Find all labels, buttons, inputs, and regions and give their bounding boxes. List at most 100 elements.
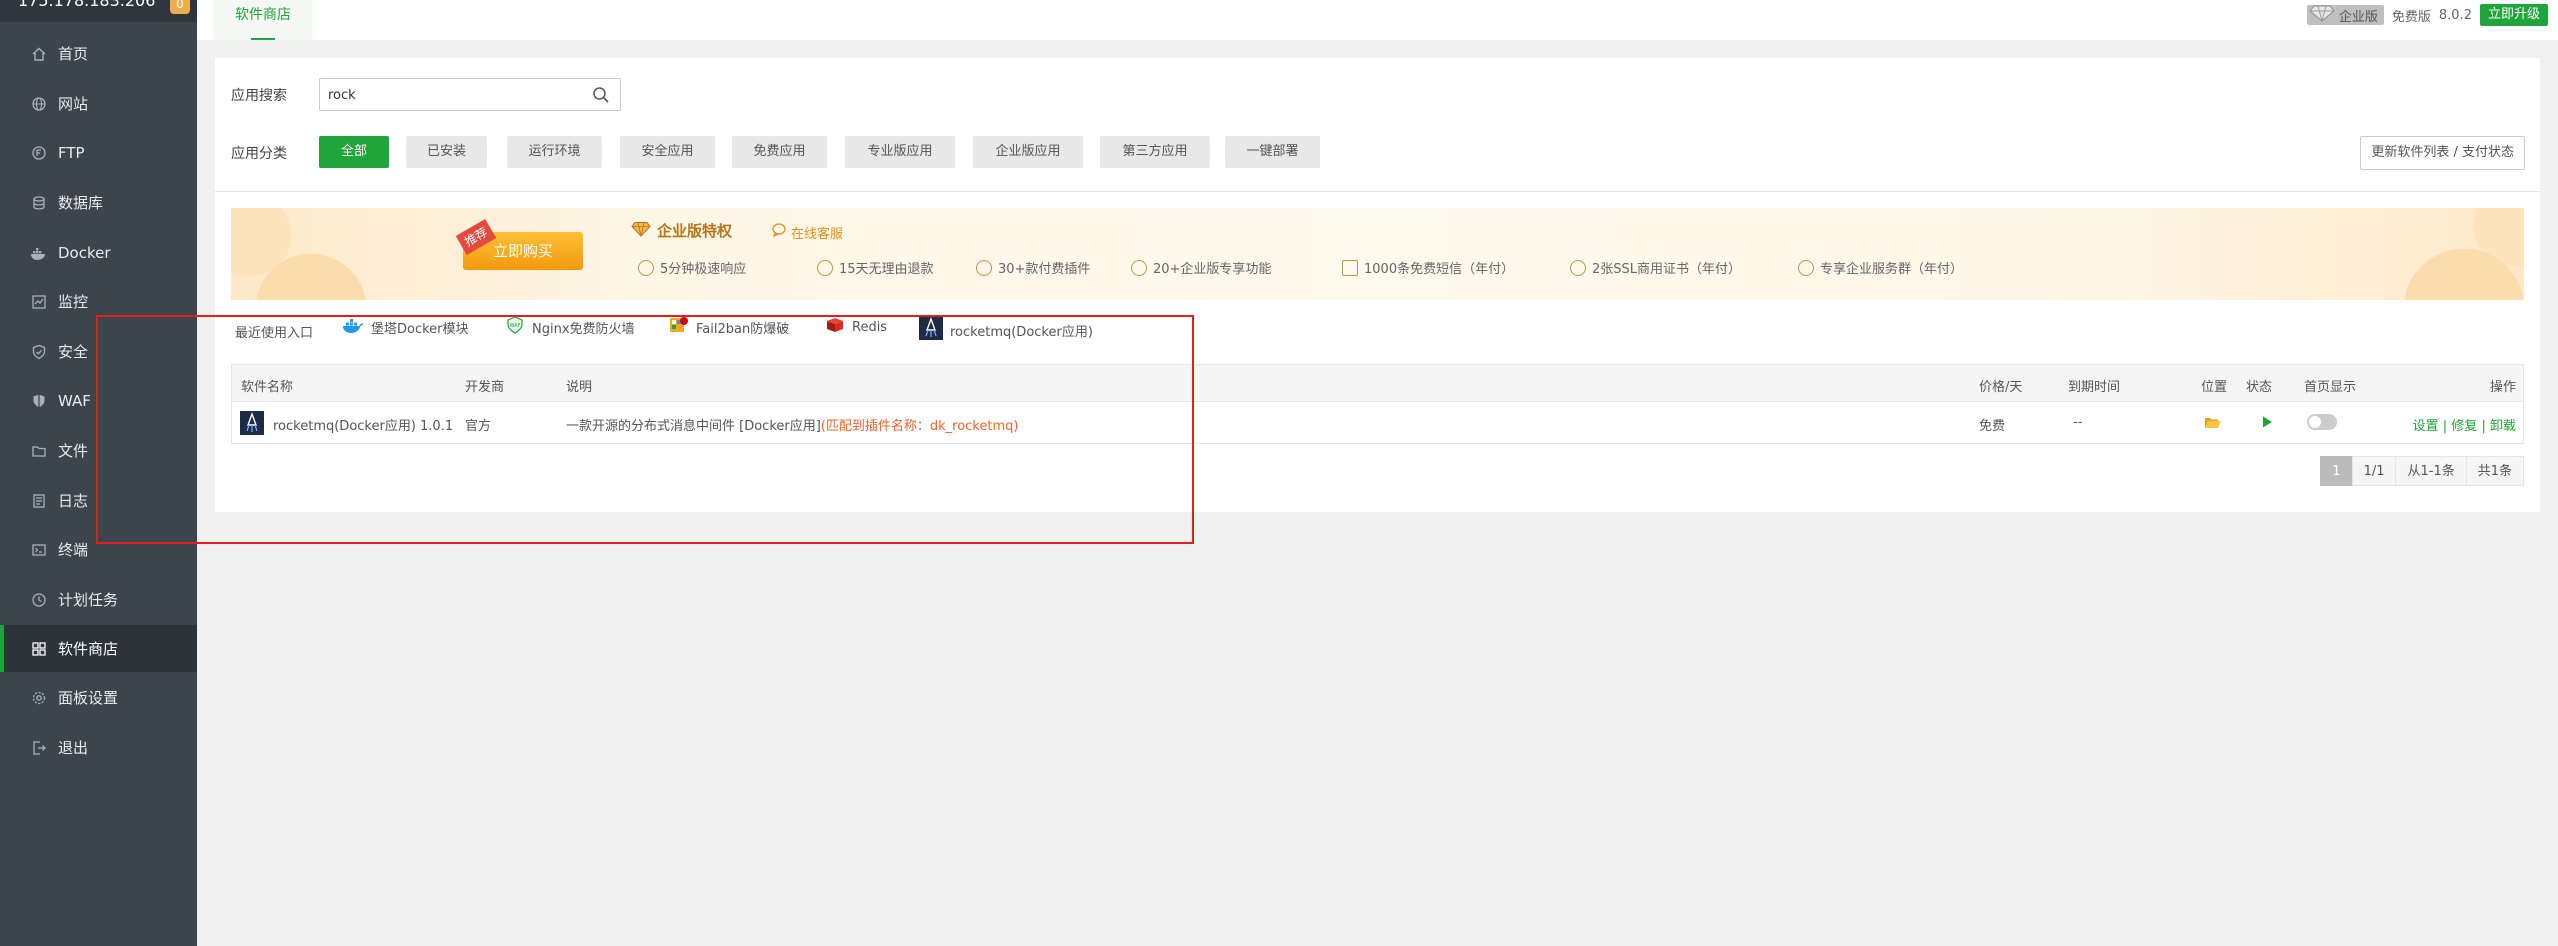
uninstall-link[interactable]: 卸载 <box>2490 419 2516 434</box>
rocketmq-icon <box>919 316 943 344</box>
recent-item-fail2ban[interactable]: Fail2ban防爆破 <box>669 316 789 338</box>
home-display-toggle[interactable] <box>2307 414 2337 430</box>
play-icon[interactable] <box>2261 415 2273 433</box>
server-ip-bar: 175.178.183.206 0 <box>0 0 197 22</box>
category-enterprise[interactable]: 企业版应用 <box>973 136 1083 168</box>
refresh-software-list-button[interactable]: 更新软件列表 / 支付状态 <box>2360 136 2525 170</box>
sidebar-item-label: 计划任务 <box>58 591 119 609</box>
feature-item: 5分钟极速响应 <box>638 258 746 277</box>
banner-decoration-left <box>231 208 431 300</box>
enterprise-banner: 立即购买 推荐 企业版特权 在线客服 5分钟极速响应 15天无理由退款 30+款… <box>231 208 2524 300</box>
diamond-icon <box>631 221 651 241</box>
separator: | <box>2481 419 2486 434</box>
grid-icon <box>30 640 48 658</box>
upgrade-button[interactable]: 立即升级 <box>2479 4 2548 26</box>
sidebar-item-terminal[interactable]: 终端 <box>0 526 197 573</box>
monitor-icon <box>30 293 48 311</box>
plugin-icon <box>976 259 992 276</box>
category-all[interactable]: 全部 <box>319 136 389 168</box>
docker-icon <box>30 244 48 262</box>
enterprise-chip[interactable]: 企业版 <box>2306 5 2384 25</box>
divider <box>215 191 2540 192</box>
waf-shield-icon <box>30 392 48 410</box>
svg-text:WAF: WAF <box>510 323 521 329</box>
redis-icon <box>825 316 845 338</box>
sidebar-item-app-store[interactable]: 软件商店 <box>0 625 197 672</box>
sidebar-item-label: WAF <box>58 391 91 410</box>
fail2ban-icon <box>669 316 689 338</box>
recent-item-redis[interactable]: Redis <box>825 316 887 338</box>
sidebar-item-docker[interactable]: Docker <box>0 229 197 276</box>
sidebar-item-logs[interactable]: 日志 <box>0 477 197 524</box>
software-developer: 官方 <box>465 419 492 434</box>
category-free[interactable]: 免费应用 <box>732 136 827 168</box>
sidebar-item-label: 日志 <box>58 492 89 510</box>
feature-label: 20+企业版专享功能 <box>1153 262 1272 277</box>
sidebar-item-monitor[interactable]: 监控 <box>0 278 197 325</box>
sidebar-item-website[interactable]: 网站 <box>0 80 197 127</box>
table-header: 软件名称 开发商 说明 价格/天 到期时间 位置 状态 首页显示 操作 <box>231 364 2524 402</box>
sidebar-item-cron[interactable]: 计划任务 <box>0 576 197 623</box>
feature-item: 专享企业服务群（年付） <box>1798 258 1963 277</box>
sidebar-item-security[interactable]: 安全 <box>0 328 197 375</box>
sidebar-item-label: 退出 <box>58 739 89 757</box>
search-label: 应用搜索 <box>231 88 287 104</box>
page-number-current[interactable]: 1 <box>2320 456 2353 486</box>
category-third-party[interactable]: 第三方应用 <box>1100 136 1210 168</box>
docker-whale-icon <box>342 316 364 338</box>
software-name[interactable]: rocketmq(Docker应用) 1.0.1 <box>273 415 453 434</box>
sidebar-item-files[interactable]: 文件 <box>0 427 197 474</box>
settings-link[interactable]: 设置 <box>2413 419 2439 434</box>
column-header-home-display: 首页显示 <box>2304 380 2357 395</box>
repair-link[interactable]: 修复 <box>2451 419 2477 434</box>
recent-item-docker[interactable]: 堡塔Docker模块 <box>342 316 469 338</box>
category-security[interactable]: 安全应用 <box>620 136 715 168</box>
recent-item-rocketmq[interactable]: rocketmq(Docker应用) <box>919 316 1093 344</box>
total-count: 共1条 <box>2465 456 2524 486</box>
feature-label: 5分钟极速响应 <box>660 262 747 277</box>
search-input[interactable] <box>328 85 578 105</box>
column-header-price: 价格/天 <box>1979 380 2023 395</box>
tab-app-store[interactable]: 软件商店 <box>213 0 313 40</box>
column-header-operations: 操作 <box>2489 380 2516 395</box>
software-expire: -- <box>2073 415 2083 430</box>
table-row: rocketmq(Docker应用) 1.0.1 官方 一款开源的分布式消息中间… <box>231 402 2524 444</box>
sidebar-item-home[interactable]: 首页 <box>0 30 197 77</box>
log-icon <box>30 492 48 510</box>
ftp-icon <box>30 144 48 162</box>
category-one-click-deploy[interactable]: 一键部署 <box>1225 136 1320 168</box>
sidebar-item-panel-settings[interactable]: 面板设置 <box>0 674 197 721</box>
clock-icon <box>638 259 654 276</box>
free-edition-label: 免费版 <box>2391 9 2431 25</box>
feature-item: 2张SSL商用证书（年付） <box>1570 258 1741 277</box>
category-pro[interactable]: 专业版应用 <box>845 136 955 168</box>
folder-icon <box>30 442 48 460</box>
recent-item-nginx-firewall[interactable]: WAF Nginx免费防火墙 <box>505 316 635 338</box>
diamond-icon <box>1131 259 1147 276</box>
column-header-expire: 到期时间 <box>2068 380 2121 395</box>
heart-icon <box>1798 259 1814 276</box>
search-box[interactable] <box>319 78 621 111</box>
column-header-status: 状态 <box>2246 380 2273 395</box>
column-header-developer: 开发商 <box>465 380 505 395</box>
sidebar-item-ftp[interactable]: FTP <box>0 129 197 176</box>
enterprise-label: 企业版 <box>2338 9 2378 25</box>
sidebar-item-waf[interactable]: WAF <box>0 377 197 424</box>
folder-open-icon[interactable] <box>2204 415 2222 435</box>
sidebar-item-logout[interactable]: 退出 <box>0 724 197 771</box>
globe-icon <box>30 95 48 113</box>
match-hint: (匹配到插件名称：dk_rocketmq) <box>820 419 1019 434</box>
feature-label: 15天无理由退款 <box>839 262 934 277</box>
sidebar-item-database[interactable]: 数据库 <box>0 179 197 226</box>
notification-badge[interactable]: 0 <box>170 0 190 14</box>
online-service-link[interactable]: 在线客服 <box>771 222 843 242</box>
category-installed[interactable]: 已安装 <box>406 136 487 168</box>
category-runtime[interactable]: 运行环境 <box>507 136 602 168</box>
mail-icon <box>1342 259 1358 276</box>
nginx-waf-icon: WAF <box>505 316 525 338</box>
operations-cell: 设置 | 修复 | 卸载 <box>2413 415 2516 434</box>
sidebar-item-label: 安全 <box>58 343 89 361</box>
search-icon[interactable] <box>592 86 610 104</box>
pagination: 1 1/1 从1-1条 共1条 <box>2320 456 2524 486</box>
server-ip[interactable]: 175.178.183.206 <box>18 0 155 10</box>
